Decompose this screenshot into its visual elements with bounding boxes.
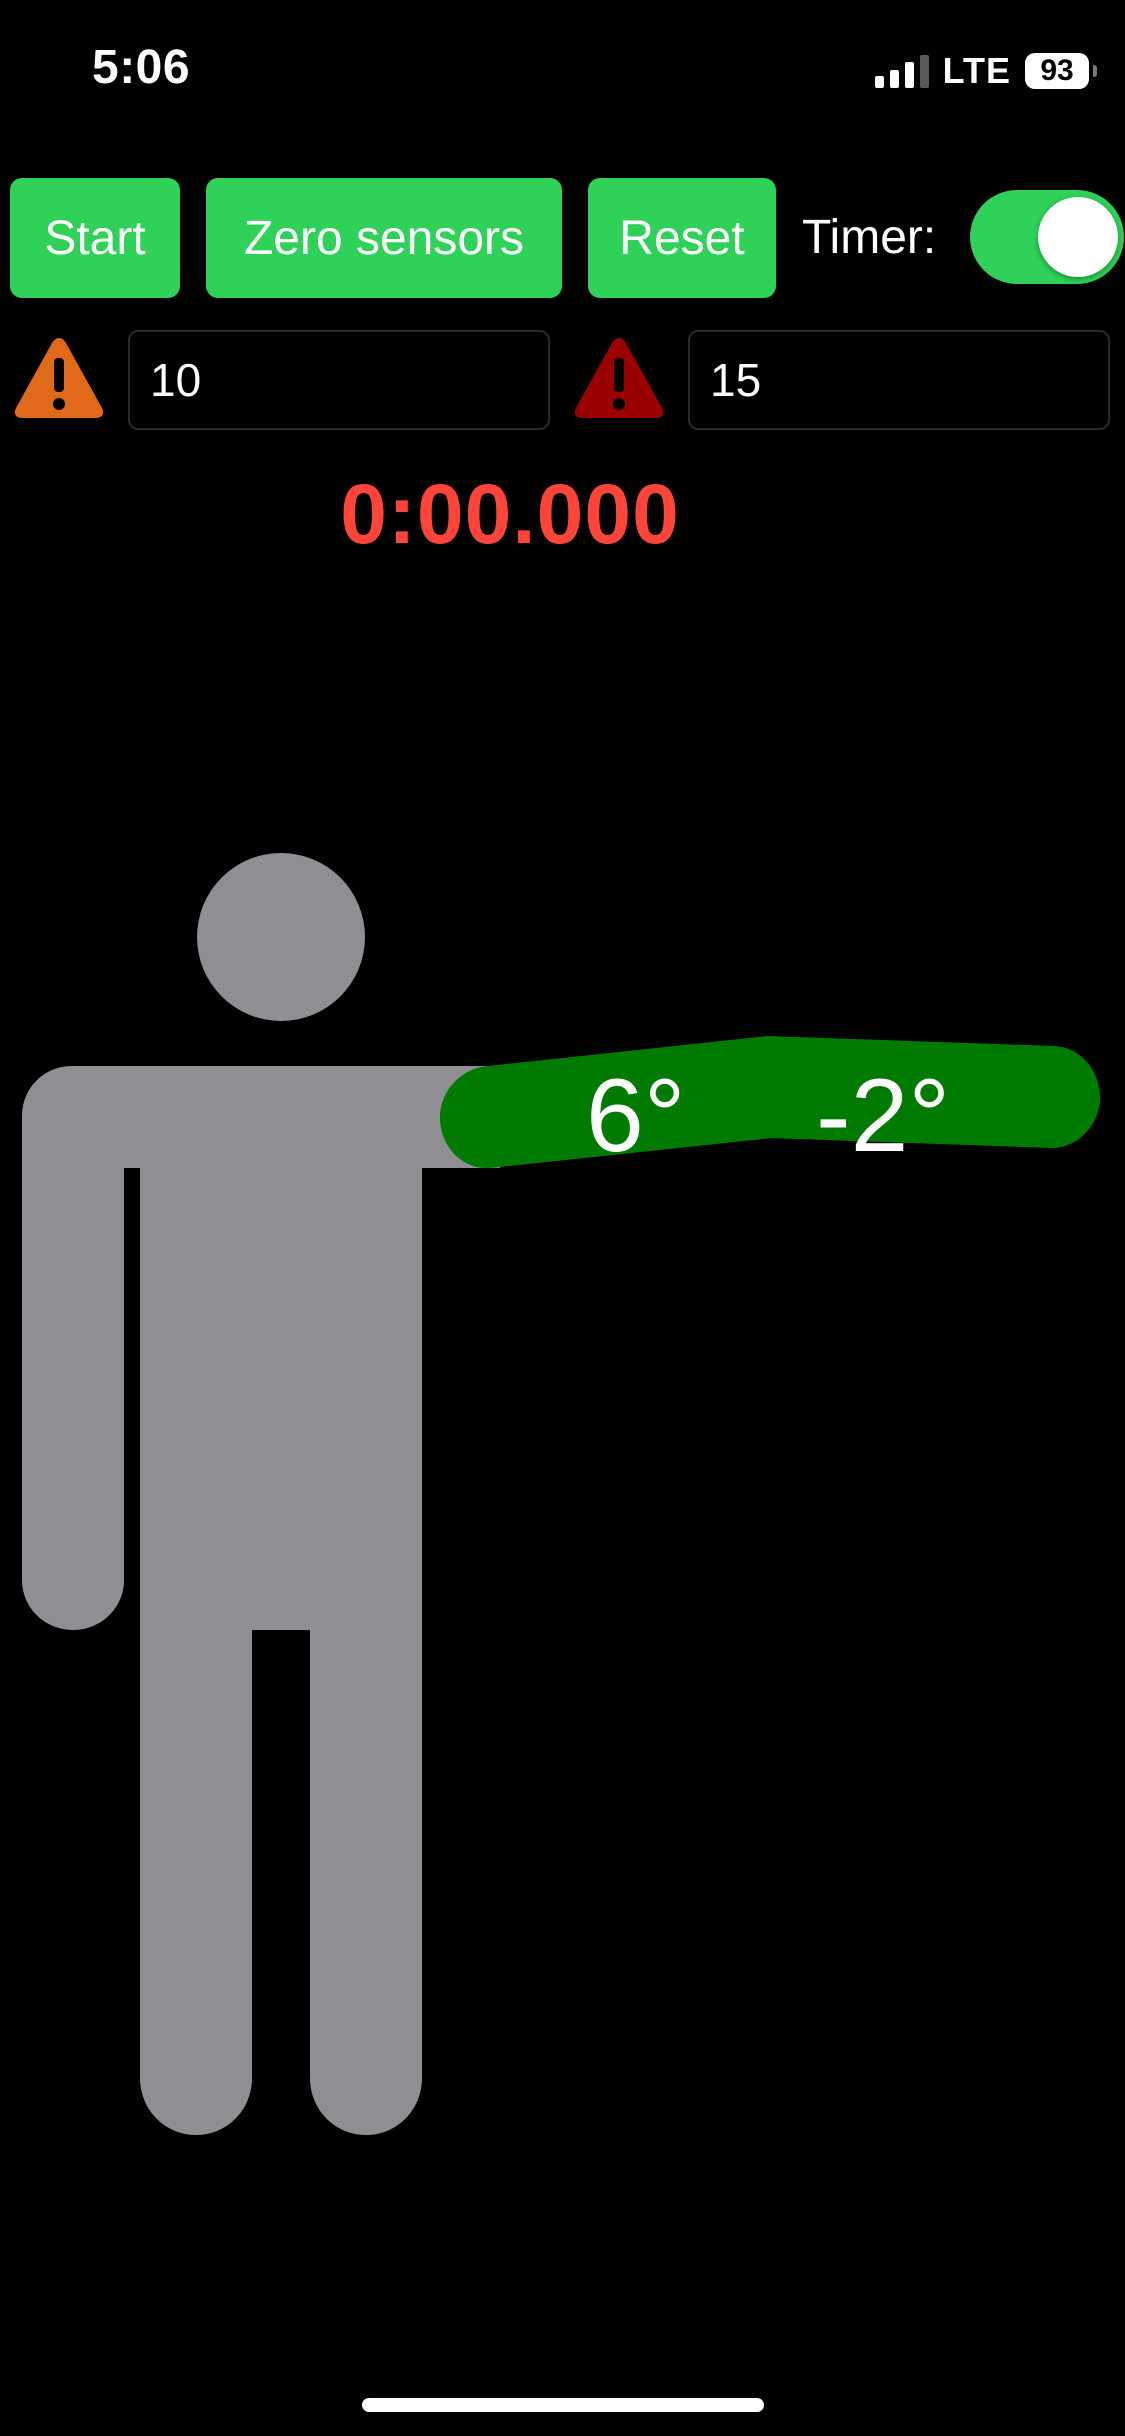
figure-torso <box>140 1166 422 1630</box>
home-indicator[interactable] <box>362 2398 764 2412</box>
forearm-angle: -2° <box>816 1058 951 1174</box>
figure-head <box>197 853 365 1021</box>
upper-arm-angle: 6° <box>586 1058 686 1174</box>
figure-left-leg <box>140 1628 252 2135</box>
body-figure <box>22 853 1100 2135</box>
figure-right-leg <box>310 1628 422 2135</box>
figure-left-arm <box>22 1116 124 1630</box>
